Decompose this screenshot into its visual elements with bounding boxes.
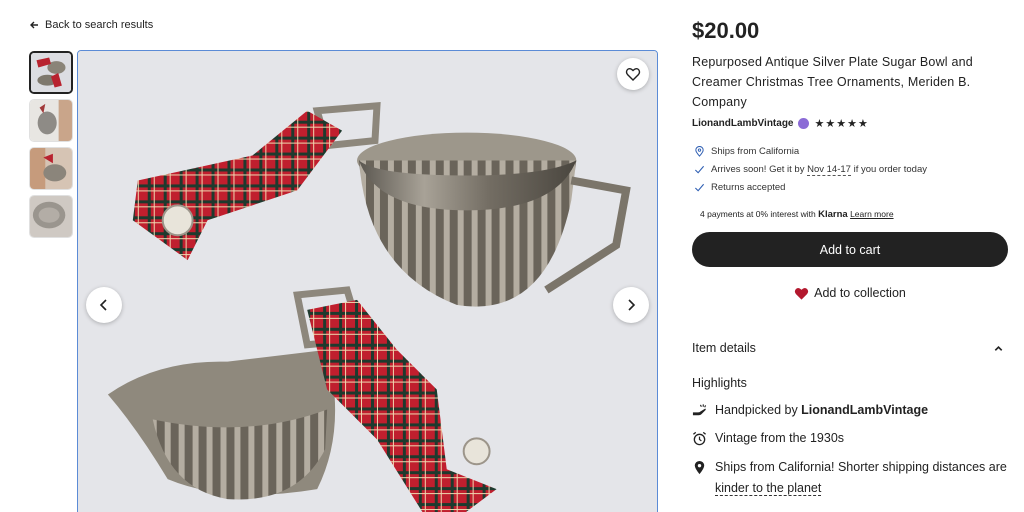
highlights-heading: Highlights — [692, 376, 747, 390]
location-pin-icon — [695, 145, 704, 157]
highlight-vintage: Vintage from the 1930s — [692, 428, 844, 449]
klarna-learn-more-link[interactable]: Learn more — [850, 209, 893, 219]
heart-outline-icon — [625, 68, 641, 81]
arrival-suffix: if you order today — [850, 163, 927, 175]
thumbnail-2[interactable] — [29, 99, 73, 142]
klarna-banner: 4 payments at 0% interest with Klarna Le… — [700, 209, 894, 220]
checkmark-icon — [694, 183, 705, 192]
klarna-prefix: 4 payments at 0% interest with — [700, 209, 819, 219]
add-to-collection-button[interactable]: Add to collection — [692, 283, 1008, 303]
back-link-label: Back to search results — [45, 19, 154, 31]
item-details-heading: Item details — [692, 341, 756, 355]
item-details-toggle[interactable]: Item details — [692, 341, 1008, 355]
thumbnail-4[interactable] — [29, 195, 73, 238]
hand-icon — [692, 404, 707, 416]
add-to-cart-button[interactable]: Add to cart — [692, 232, 1008, 267]
vintage-text: Vintage from the 1930s — [715, 431, 845, 445]
arrival-prefix: Arrives soon! Get it by — [711, 163, 808, 175]
thumbnail-1[interactable] — [29, 51, 73, 94]
thumbnail-strip — [29, 51, 73, 238]
previous-image-button[interactable] — [86, 287, 122, 323]
chevron-up-icon — [994, 345, 1003, 351]
arrival-dates[interactable]: Nov 14-17 — [807, 163, 851, 176]
back-to-search-link[interactable]: Back to search results — [29, 19, 153, 31]
handpicked-shop-name[interactable]: LionandLambVintage — [801, 403, 928, 417]
add-to-collection-label: Add to collection — [814, 286, 906, 300]
shipping-note-text: Ships from California! Shorter shipping … — [715, 460, 1007, 474]
rating-stars[interactable]: ★★★★★ — [815, 117, 869, 130]
ships-from-text: Ships from California — [711, 145, 800, 157]
next-image-button[interactable] — [613, 287, 649, 323]
chevron-right-icon — [628, 299, 636, 311]
arrow-left-icon — [30, 21, 38, 29]
star-seller-badge-icon — [797, 118, 809, 129]
returns-text: Returns accepted — [711, 181, 786, 193]
price: $20.00 — [692, 18, 760, 43]
highlight-handpicked: Handpicked by LionandLambVintage — [692, 400, 928, 421]
handpicked-prefix: Handpicked by — [715, 403, 802, 417]
main-product-image[interactable] — [77, 50, 658, 512]
returns-row: Returns accepted — [694, 180, 927, 194]
shipping-info: Ships from California Arrives soon! Get … — [694, 144, 927, 194]
product-photo — [78, 51, 657, 512]
arrival-row: Arrives soon! Get it by Nov 14-17 if you… — [694, 162, 927, 176]
favorite-button[interactable] — [617, 58, 649, 90]
listing-title: Repurposed Antique Silver Plate Sugar Bo… — [692, 55, 973, 109]
checkmark-icon — [694, 165, 705, 174]
shop-row: LionandLambVintage ★★★★★ — [692, 117, 869, 130]
klarna-logo: Klarna — [818, 209, 848, 220]
shop-name-link[interactable]: LionandLambVintage — [692, 118, 794, 129]
ships-from-row: Ships from California — [694, 144, 927, 158]
heart-filled-icon — [794, 287, 809, 300]
thumbnail-3[interactable] — [29, 147, 73, 190]
chevron-left-icon — [99, 299, 107, 311]
alarm-clock-icon — [692, 431, 707, 446]
kinder-to-planet-link[interactable]: kinder to the planet — [715, 481, 822, 496]
highlight-shipping: Ships from California! Shorter shipping … — [692, 457, 1008, 499]
location-pin-filled-icon — [694, 460, 705, 475]
